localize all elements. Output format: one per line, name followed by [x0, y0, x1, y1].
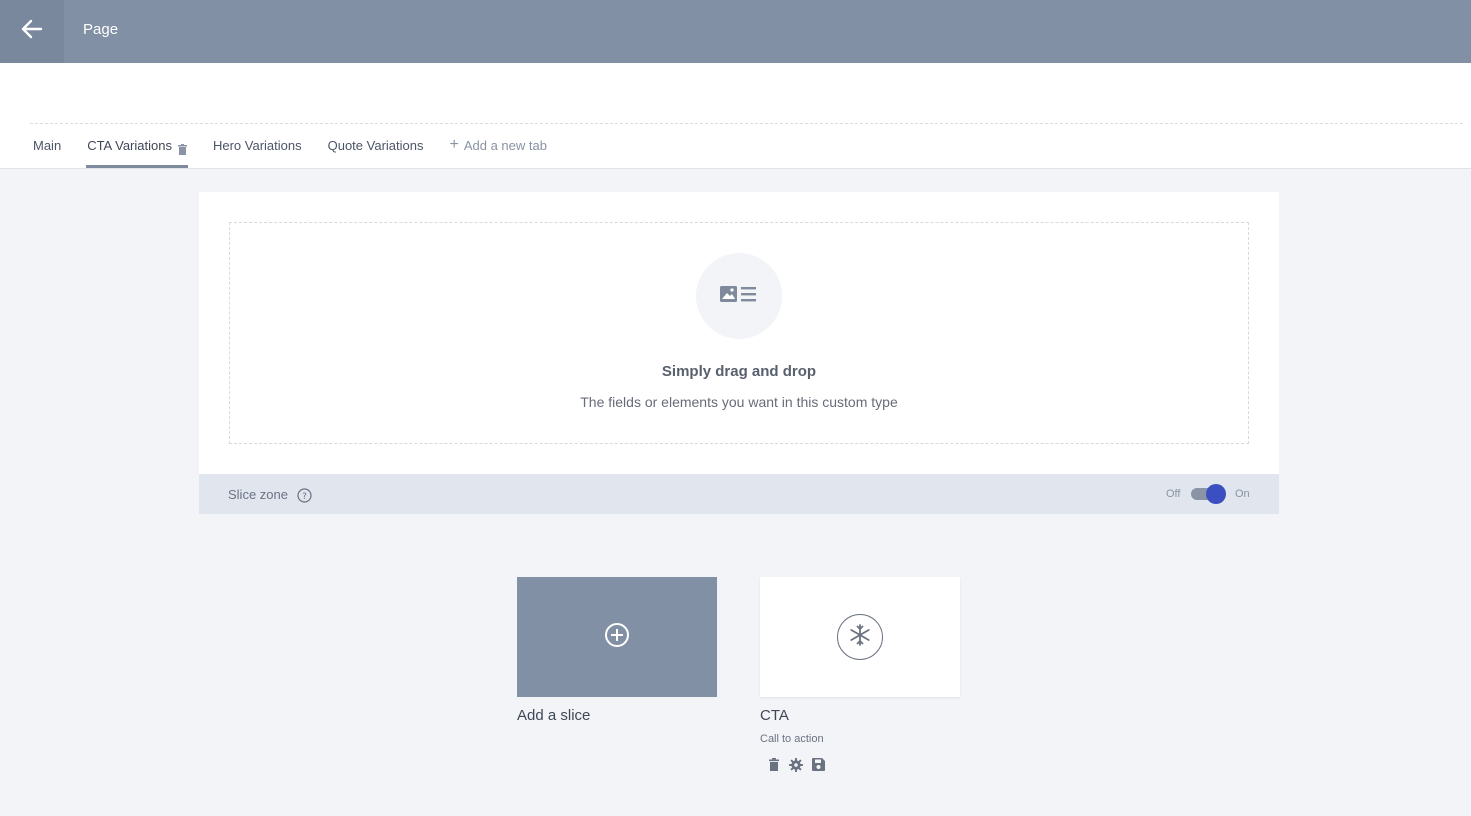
save-icon[interactable]	[812, 758, 825, 772]
help-icon[interactable]: ?	[297, 488, 312, 508]
slice-zone-bar: Slice zone ? Off On	[199, 474, 1279, 514]
add-tab-button[interactable]: + Add a new tab	[448, 135, 547, 168]
header-divider	[30, 123, 1463, 124]
cta-slice-description: Call to action	[760, 733, 824, 745]
arrow-left-icon	[21, 19, 43, 44]
tab-label: Main	[33, 138, 62, 153]
tab-label: Quote Variations	[327, 138, 424, 153]
dropzone-subtitle: The fields or elements you want in this …	[580, 394, 898, 410]
tab-label: Hero Variations	[212, 138, 302, 153]
image-text-icon	[720, 284, 758, 309]
editor-card: Simply drag and drop The fields or eleme…	[199, 192, 1279, 474]
plus-circle-icon	[604, 622, 630, 653]
trash-icon[interactable]	[177, 140, 187, 162]
tab-cta-variations[interactable]: CTA Variations	[86, 135, 188, 168]
snowflake-icon	[848, 623, 872, 652]
dropzone-title: Simply drag and drop	[661, 363, 817, 380]
toggle-on-label: On	[1235, 488, 1250, 500]
tab-quote-variations[interactable]: Quote Variations	[327, 135, 425, 168]
toggle-knob	[1206, 484, 1226, 504]
add-slice-label: Add a slice	[517, 707, 591, 724]
cta-slice-card[interactable]	[760, 577, 960, 697]
back-button[interactable]	[0, 0, 64, 63]
cta-slice-actions	[768, 758, 834, 772]
cta-slice-name: CTA	[760, 707, 789, 724]
toggle-off-label: Off	[1166, 488, 1181, 500]
top-bar: Page	[0, 0, 1471, 63]
page-title: Page	[83, 21, 119, 38]
plus-icon: +	[449, 136, 459, 153]
gear-icon[interactable]	[789, 758, 803, 772]
cta-icon-circle	[837, 614, 883, 660]
slice-zone-label: Slice zone	[228, 487, 288, 502]
tab-main[interactable]: Main	[32, 135, 62, 168]
tab-hero-variations[interactable]: Hero Variations	[212, 135, 303, 168]
tab-bar: Main CTA Variations Hero Variations Quot…	[32, 135, 572, 168]
slice-zone-toggle[interactable]	[1191, 484, 1226, 504]
trash-icon[interactable]	[768, 758, 780, 772]
add-tab-label: Add a new tab	[463, 138, 547, 153]
drop-icon-circle	[696, 253, 782, 339]
add-slice-button[interactable]	[517, 577, 717, 697]
svg-text:?: ?	[302, 492, 307, 502]
tab-label: CTA Variations	[87, 138, 172, 153]
header-area: Main CTA Variations Hero Variations Quot…	[0, 63, 1471, 169]
field-dropzone[interactable]: Simply drag and drop The fields or eleme…	[229, 222, 1249, 444]
